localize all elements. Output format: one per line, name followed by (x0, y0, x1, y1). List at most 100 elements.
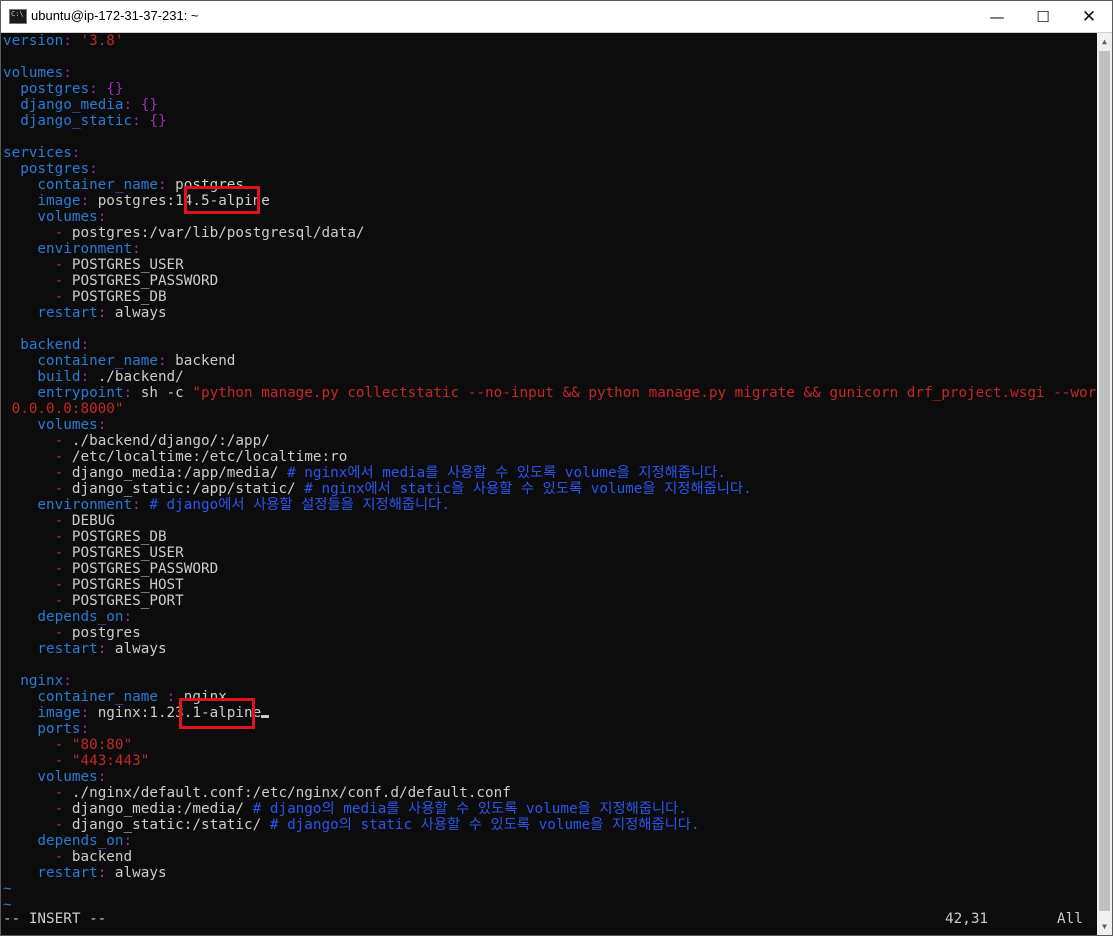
code-token: django_media:/media/ (71, 801, 253, 817)
code-line: - postgres (3, 625, 141, 641)
code-token: volumes (3, 65, 64, 81)
cursor-position: 42,31 (945, 911, 989, 927)
code-token: {} (106, 81, 124, 97)
code-line: - DEBUG (3, 513, 115, 529)
code-token: : (80, 337, 90, 353)
code-token: : (157, 177, 176, 193)
code-line: - POSTGRES_PORT (3, 593, 184, 609)
code-token: POSTGRES_DB (71, 289, 167, 305)
code-token: always (114, 305, 167, 321)
code-token: always (114, 865, 167, 881)
code-token: restart (3, 305, 98, 321)
code-token: : (80, 721, 90, 737)
code-token: POSTGRES_PORT (71, 593, 184, 609)
code-token: backend (175, 353, 236, 369)
code-token: : (71, 145, 81, 161)
code-token: : (80, 705, 98, 721)
scroll-down-icon[interactable]: ▼ (1097, 918, 1112, 935)
scroll-up-icon[interactable]: ▲ (1097, 33, 1112, 50)
code-token: "80:80" (71, 737, 133, 753)
code-token: - (3, 593, 72, 609)
code-token: # django의 media를 사용할 수 있도록 volume을 지정해줍니… (252, 801, 687, 817)
code-token: : (123, 833, 133, 849)
code-token: volumes (3, 417, 98, 433)
code-token: # nginx에서 static을 사용할 수 있도록 volume을 지정해줍… (304, 481, 752, 497)
terminal-window: ubuntu@ip-172-31-37-231: ~ — ☐ ✕ version… (0, 0, 1113, 936)
code-token: django_static:/static/ (71, 817, 270, 833)
code-line: volumes: (3, 769, 106, 785)
code-token: : (123, 385, 141, 401)
code-token: - (3, 817, 72, 833)
code-token: : (157, 353, 176, 369)
code-token: : (89, 161, 98, 177)
code-token: nginx (3, 673, 64, 689)
code-line: - POSTGRES_DB (3, 529, 167, 545)
code-token: - (3, 785, 72, 801)
code-line: ~ (3, 881, 12, 897)
code-token: services (3, 145, 72, 161)
scrollbar-thumb[interactable] (1099, 51, 1110, 911)
code-token: backend (3, 337, 81, 353)
code-line: environment: # django에서 사용할 설정들을 지정해줍니다. (3, 497, 450, 513)
code-line: volumes: (3, 209, 106, 225)
code-token: POSTGRES_PASSWORD (71, 273, 219, 289)
code-token: - (3, 449, 72, 465)
code-token: depends_on (3, 833, 124, 849)
code-token: - (3, 625, 72, 641)
code-line: - backend (3, 849, 133, 865)
code-line: - ./backend/django/:/app/ (3, 433, 270, 449)
code-line: environment: (3, 241, 140, 257)
code-token: {} (149, 113, 167, 129)
code-token: ./backend/django/:/app/ (71, 433, 270, 449)
code-line: django_media: {} (3, 97, 158, 113)
code-token: volumes (3, 769, 98, 785)
code-line: - django_media:/app/media/ # nginx에서 med… (3, 465, 726, 481)
highlight-box-postgres-alpine (184, 186, 260, 214)
code-line: services: (3, 145, 80, 161)
code-token: postgres (3, 161, 90, 177)
vim-editor[interactable]: version: '3.8' volumes: postgres: {} djan… (1, 33, 1112, 935)
code-token: : (97, 305, 115, 321)
code-token: # django의 static 사용할 수 있도록 volume을 지정해줍니… (269, 817, 700, 833)
code-line: - "80:80" (3, 737, 133, 753)
code-token: django_static:/app/static/ (71, 481, 305, 497)
code-token: POSTGRES_USER (71, 545, 184, 561)
code-token: : (97, 209, 107, 225)
code-token: "443:443" (71, 753, 150, 769)
code-token: : (63, 65, 72, 81)
close-button[interactable]: ✕ (1066, 1, 1112, 32)
code-line: - "443:443" (3, 753, 150, 769)
code-token: - (3, 481, 72, 497)
code-token: : (63, 33, 81, 49)
code-token: ./nginx/default.conf:/etc/nginx/conf.d/d… (71, 785, 511, 801)
code-token: sh -c (140, 385, 193, 401)
vertical-scrollbar[interactable]: ▲ ▼ (1097, 33, 1112, 935)
code-token: : (80, 193, 98, 209)
code-token: DEBUG (71, 513, 115, 529)
code-line: - ./nginx/default.conf:/etc/nginx/conf.d… (3, 785, 511, 801)
code-token: {} (140, 97, 158, 113)
code-line: - POSTGRES_USER (3, 257, 184, 273)
code-token: postgres:/var/lib/postgresql/data/ (71, 225, 365, 241)
code-token: : (97, 641, 115, 657)
code-line: restart: always (3, 305, 167, 321)
code-token: postgres (3, 81, 90, 97)
code-line: nginx: (3, 673, 72, 689)
code-token: volumes (3, 209, 98, 225)
code-token: - (3, 433, 72, 449)
code-token: build (3, 369, 81, 385)
code-token: - (3, 225, 72, 241)
code-line: - django_media:/media/ # django의 media를 … (3, 801, 687, 817)
code-token: : (123, 97, 141, 113)
code-token: django_static (3, 113, 133, 129)
maximize-button[interactable]: ☐ (1020, 1, 1066, 32)
minimize-button[interactable]: — (974, 1, 1020, 32)
code-token: restart (3, 641, 98, 657)
code-line: ports: (3, 721, 89, 737)
code-token: : (132, 497, 150, 513)
title-bar[interactable]: ubuntu@ip-172-31-37-231: ~ — ☐ ✕ (1, 1, 1112, 33)
code-token: : (97, 769, 107, 785)
code-token: ports (3, 721, 81, 737)
text-cursor (261, 715, 270, 718)
code-line: backend: (3, 337, 89, 353)
